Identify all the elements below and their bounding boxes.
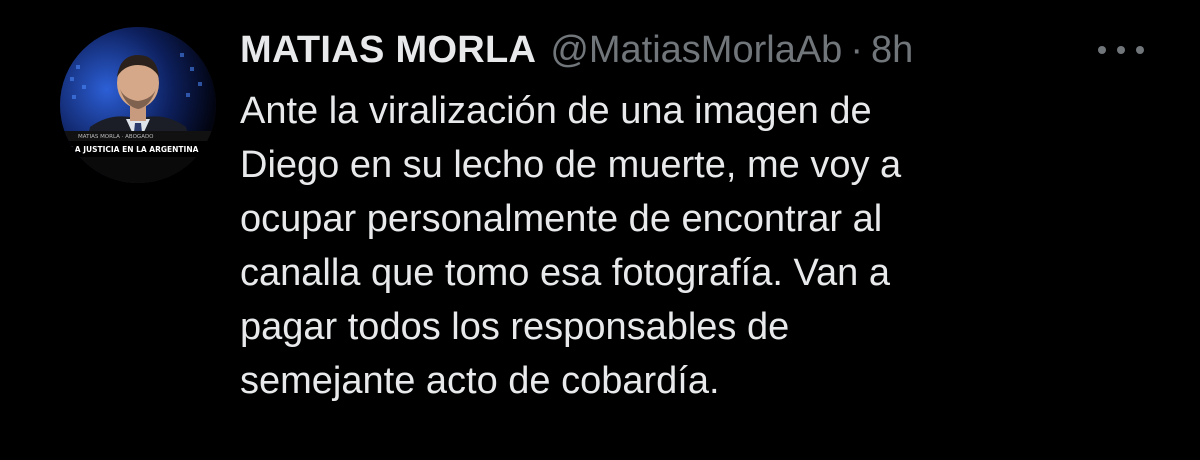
tweet-text-line: ocupar personalmente de encontrar al (240, 198, 883, 240)
tweet-text-line: pagar todos los responsables de (240, 306, 790, 348)
tweet-text-line: canalla que tomo esa fotografía. Van a (240, 252, 890, 294)
tweet-text: Ante la viralización de una imagen de Di… (240, 84, 1140, 408)
tweet-timestamp[interactable]: 8h (871, 24, 913, 76)
more-horizontal-icon[interactable] (1098, 40, 1144, 60)
avatar-image: MATIAS MORLA · ABOGADO LA JUSTICIA EN LA… (60, 27, 216, 183)
header-separator: · (850, 29, 863, 71)
author-display-name[interactable]: MATIAS MORLA (240, 24, 536, 76)
avatar-caption-main: LA JUSTICIA EN LA ARGENTINA (70, 145, 199, 154)
tweet-content: MATIAS MORLA @MatiasMorlaAb · 8h Ante la… (240, 24, 1140, 408)
more-dot (1136, 46, 1144, 54)
tweet-text-line: semejante acto de cobardía. (240, 360, 720, 402)
avatar-caption-top: MATIAS MORLA · ABOGADO (78, 134, 154, 140)
tweet-header: MATIAS MORLA @MatiasMorlaAb · 8h (240, 24, 1140, 76)
tweet-text-line: Ante la viralización de una imagen de (240, 90, 872, 132)
avatar[interactable]: MATIAS MORLA · ABOGADO LA JUSTICIA EN LA… (60, 27, 216, 183)
tweet-text-line: Diego en su lecho de muerte, me voy a (240, 144, 902, 186)
author-handle[interactable]: @MatiasMorlaAb (550, 24, 842, 76)
more-dot (1117, 46, 1125, 54)
tweet[interactable]: MATIAS MORLA · ABOGADO LA JUSTICIA EN LA… (0, 0, 1200, 460)
more-dot (1098, 46, 1106, 54)
